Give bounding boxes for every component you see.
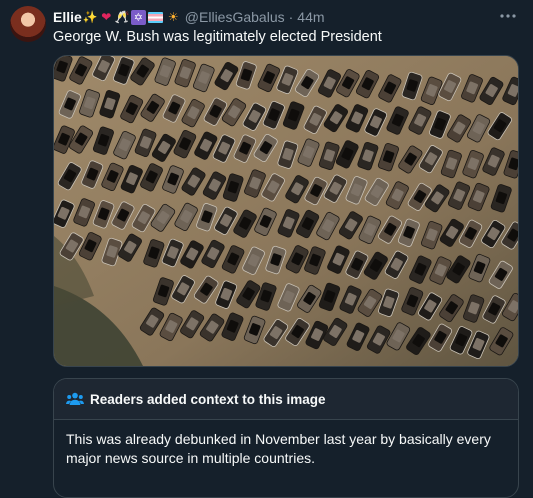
ellipsis-icon (500, 14, 516, 18)
display-name[interactable]: Ellie (53, 9, 82, 25)
community-note-body: This was already debunked in November la… (66, 431, 491, 466)
user-handle[interactable]: @ElliesGabalus (185, 9, 285, 25)
red-heart-emoji: ❤ (101, 10, 112, 24)
tweet-text: George W. Bush was legitimately elected … (53, 29, 382, 45)
sparkles-emoji: ✨ (82, 10, 98, 24)
aerial-photo-burned-cars (54, 56, 518, 366)
sun-emoji: ☀ (167, 10, 179, 24)
avatar[interactable] (10, 6, 46, 42)
separator-dot: · (288, 9, 294, 25)
tweet-image[interactable] (53, 55, 519, 367)
more-options-button[interactable] (497, 6, 519, 26)
clinking-glasses-emoji: 🥂 (114, 10, 130, 24)
star-of-david-emoji: ✡ (130, 9, 146, 25)
tweet-header: Ellie ✨ ❤ 🥂 ✡ ☀ @ElliesGabalus · 44m (53, 7, 325, 27)
community-note-header[interactable]: Readers added context to this image (54, 379, 518, 420)
transgender-flag-emoji (147, 11, 163, 23)
people-icon (66, 392, 84, 406)
community-note[interactable]: Readers added context to this image This… (53, 378, 519, 498)
timestamp[interactable]: 44m (297, 9, 324, 25)
tweet[interactable]: Ellie ✨ ❤ 🥂 ✡ ☀ @ElliesGabalus · 44m Geo… (0, 0, 533, 498)
community-note-heading: Readers added context to this image (90, 391, 326, 407)
